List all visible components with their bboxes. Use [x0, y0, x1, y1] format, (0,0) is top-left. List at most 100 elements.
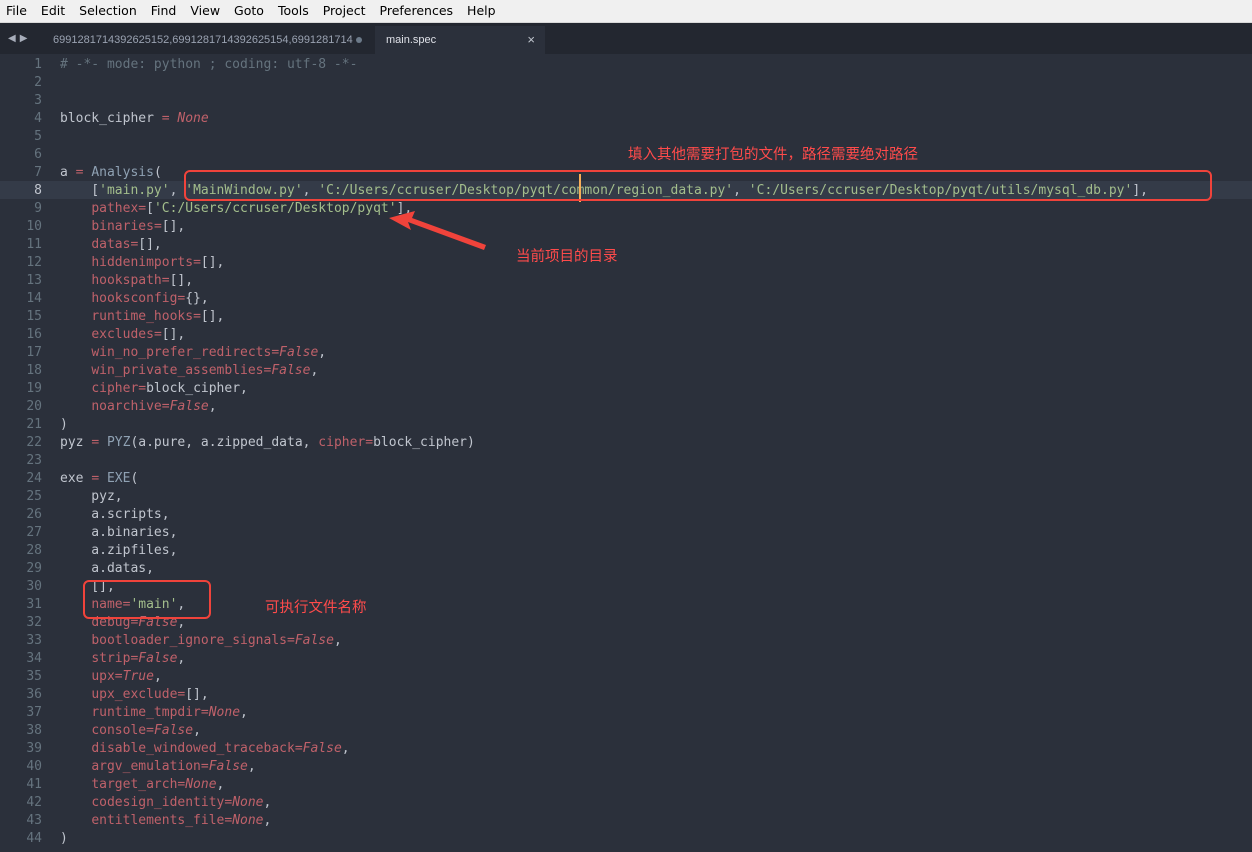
code-token: = [286, 633, 295, 648]
line-number: 5 [34, 129, 42, 144]
code-token: None [232, 813, 264, 828]
menu-item-goto[interactable]: Goto [227, 0, 271, 22]
code-token: bootloader_ignore_signals [91, 633, 287, 648]
code-line: hooksconfig={}, [60, 290, 1148, 308]
code-token: [ [60, 183, 100, 198]
code-token: = [294, 741, 303, 756]
line-number: 13 [26, 273, 42, 288]
code-token: [], [200, 255, 225, 270]
line-number: 35 [26, 669, 42, 684]
code-token: , [263, 795, 272, 810]
code-token: target_arch [91, 777, 178, 792]
close-tab-icon[interactable]: × [527, 32, 535, 47]
code-line: entitlements_file=None, [60, 812, 1148, 830]
code-token: block_cipher) [373, 435, 475, 450]
line-number: 38 [26, 723, 42, 738]
code-token: ( [130, 471, 139, 486]
code-token: , [263, 813, 272, 828]
code-line: a.datas, [60, 560, 1148, 578]
menu-item-file[interactable]: File [0, 0, 34, 22]
menu-item-find[interactable]: Find [144, 0, 184, 22]
tab-bar: ◀ ▶ 6991281714392625152,6991281714392625… [0, 23, 1252, 54]
code-token: None [185, 777, 217, 792]
menu-item-selection[interactable]: Selection [72, 0, 144, 22]
line-number: 14 [26, 291, 42, 306]
line-number: 43 [26, 813, 42, 828]
code-token: True [122, 669, 154, 684]
line-number: 16 [26, 327, 42, 342]
code-token: = [153, 219, 162, 234]
code-line: runtime_tmpdir=None, [60, 704, 1148, 722]
code-line: a.binaries, [60, 524, 1148, 542]
line-number: 1 [34, 57, 42, 72]
code-token: = [193, 309, 201, 324]
datas-annotation-box [184, 170, 1212, 201]
code-token: = [200, 759, 209, 774]
code-token: = [161, 273, 170, 288]
code-line: hookspath=[], [60, 272, 1148, 290]
code-line: console=False, [60, 722, 1148, 740]
line-number: 41 [26, 777, 42, 792]
code-token: , [193, 723, 201, 738]
code-token: , [247, 759, 256, 774]
code-token: a.zipfiles, [60, 543, 178, 558]
line-number: 6 [34, 147, 42, 162]
code-line: ) [60, 830, 1148, 848]
code-token: = [161, 111, 170, 126]
code-token: win_private_assemblies [91, 363, 264, 378]
code-token: binaries [91, 219, 154, 234]
menu-item-project[interactable]: Project [316, 0, 373, 22]
tab-navigation: ◀ ▶ [8, 23, 27, 54]
datas-annotation-text: 填入其他需要打包的文件，路径需要绝对路径 [628, 147, 918, 163]
tab-main-spec[interactable]: main.spec × [375, 26, 545, 54]
code-token: a.binaries, [60, 525, 178, 540]
pathex-annotation-text: 当前项目的目录 [516, 249, 618, 265]
code-line: runtime_hooks=[], [60, 308, 1148, 326]
menu-item-view[interactable]: View [183, 0, 227, 22]
code-token: False [294, 633, 334, 648]
menu-item-preferences[interactable]: Preferences [373, 0, 461, 22]
menu-item-edit[interactable]: Edit [34, 0, 72, 22]
code-token: ( [153, 165, 162, 180]
line-number: 20 [26, 399, 42, 414]
code-line: win_private_assemblies=False, [60, 362, 1148, 380]
nav-left-icon[interactable]: ◀ [8, 33, 16, 44]
code-token: strip [91, 651, 131, 666]
code-token: False [169, 399, 209, 414]
code-token: ) [60, 831, 68, 846]
code-token: = [153, 327, 162, 342]
line-number: 40 [26, 759, 42, 774]
code-token: runtime_hooks [91, 309, 194, 324]
menu-bar: File Edit Selection Find View Goto Tools Projec… [0, 0, 1252, 23]
tab-label: main.spec [386, 34, 437, 46]
code-token: PYZ [106, 435, 131, 450]
code-token: ) [60, 417, 68, 432]
menu-item-tools[interactable]: Tools [271, 0, 316, 22]
code-token: = [146, 723, 154, 738]
code-line: bootloader_ignore_signals=False, [60, 632, 1148, 650]
code-token: = [193, 255, 201, 270]
code-token: [], [200, 309, 225, 324]
line-number: 23 [26, 453, 42, 468]
code-token: False [138, 651, 178, 666]
code-token: , [318, 345, 327, 360]
nav-right-icon[interactable]: ▶ [20, 33, 28, 44]
line-number: 33 [26, 633, 42, 648]
tab-untitled[interactable]: 6991281714392625152,6991281714392625154,… [44, 26, 374, 54]
menu-item-help[interactable]: Help [460, 0, 503, 22]
name-annotation-box [83, 580, 211, 619]
code-token: , [169, 183, 186, 198]
code-token: , [153, 669, 162, 684]
code-token: [], [185, 687, 209, 702]
code-line: # -*- mode: python ; coding: utf-8 -*- [60, 56, 1148, 74]
